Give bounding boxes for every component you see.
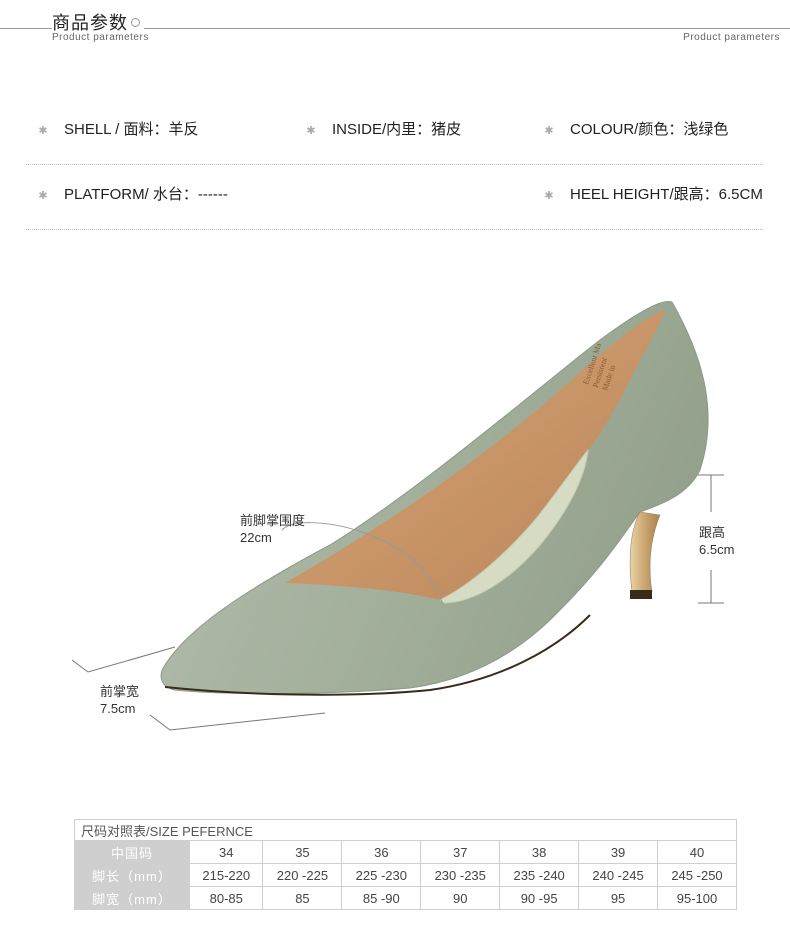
girth-label: 前脚掌围度	[240, 513, 306, 528]
table-cell: 90 -95	[499, 886, 580, 910]
shoe-heel	[629, 511, 661, 593]
girth-annotation: 前脚掌围度 22cm	[240, 512, 305, 546]
table-cell: 85	[262, 886, 343, 910]
table-cell: 225 -230	[341, 863, 422, 887]
star-icon: ✱	[544, 190, 554, 202]
table-cell: 215-220	[188, 863, 264, 887]
table-cell: 95-100	[657, 886, 737, 910]
section-header: 商品参数 Product parameters Product paramete…	[0, 0, 790, 50]
table-cell: 240 -245	[578, 863, 658, 887]
product-params: ✱ SHELL / 面料：羊反 ✱ INSIDE/内里：猪皮 ✱ COLOUR/颜色：…	[26, 100, 763, 230]
param-inside: ✱ INSIDE/内里：猪皮	[304, 118, 461, 139]
circle-plus-icon	[131, 17, 140, 27]
section-title-text: 商品参数	[52, 13, 128, 33]
param-heel-height: ✱ HEEL HEIGHT/跟高：6.5CM	[542, 183, 763, 204]
heel-tip	[630, 590, 652, 599]
table-cell: 230 -235	[420, 863, 501, 887]
table-cell: 80-85	[188, 886, 264, 910]
width-annotation: 前掌宽 7.5cm	[100, 683, 139, 717]
param-colour-text: COLOUR/颜色：浅绿色	[570, 121, 729, 138]
table-row: 中国码 34 35 36 37 38 39 40	[74, 840, 737, 864]
param-platform-text: PLATFORM/ 水台：------	[64, 186, 228, 203]
star-icon: ✱	[306, 125, 316, 137]
table-cell: 34	[188, 840, 264, 864]
table-cell: 95	[578, 886, 658, 910]
table-cell: 38	[499, 840, 580, 864]
param-shell-text: SHELL / 面料：羊反	[64, 121, 199, 138]
row-header: 中国码	[74, 840, 190, 864]
param-heel-height-text: HEEL HEIGHT/跟高：6.5CM	[570, 186, 763, 203]
heel-annotation: 跟高 6.5cm	[699, 524, 734, 558]
row-header: 脚长（mm）	[74, 863, 190, 887]
girth-value: 22cm	[240, 530, 272, 545]
heel-value: 6.5cm	[699, 542, 735, 557]
param-shell: ✱ SHELL / 面料：羊反	[36, 118, 198, 139]
param-colour: ✱ COLOUR/颜色：浅绿色	[542, 118, 728, 139]
width-value: 7.5cm	[100, 701, 136, 716]
table-cell: 36	[341, 840, 422, 864]
table-cell: 90	[420, 886, 501, 910]
table-cell: 220 -225	[262, 863, 343, 887]
row-header: 脚宽（mm）	[74, 886, 190, 910]
star-icon: ✱	[38, 190, 48, 202]
table-cell: 85 -90	[341, 886, 422, 910]
star-icon: ✱	[544, 125, 554, 137]
table-cell: 235 -240	[499, 863, 580, 887]
size-table-caption: 尺码对照表/SIZE PEFERNCE	[74, 819, 737, 841]
table-cell: 39	[578, 840, 658, 864]
shoe-illustration-area: Excellent Ma Persistent Made in 前脚掌围度 22…	[0, 240, 790, 800]
param-row: ✱ PLATFORM/ 水台：------ ✱ HEEL HEIGHT/跟高：6.5…	[26, 165, 763, 230]
table-row: 脚长（mm） 215-220 220 -225 225 -230 230 -23…	[74, 863, 737, 887]
size-table-caption-row: 尺码对照表/SIZE PEFERNCE	[74, 819, 737, 841]
table-row: 脚宽（mm） 80-85 85 85 -90 90 90 -95 95 95-1…	[74, 886, 737, 910]
star-icon: ✱	[38, 125, 48, 137]
param-row: ✱ SHELL / 面料：羊反 ✱ INSIDE/内里：猪皮 ✱ COLOUR/颜色：…	[26, 100, 763, 165]
section-subtitle-right: Product parameters	[683, 32, 780, 43]
table-cell: 35	[262, 840, 343, 864]
table-cell: 37	[420, 840, 501, 864]
section-subtitle-left: Product parameters	[52, 32, 149, 43]
table-cell: 40	[657, 840, 737, 864]
table-cell: 245 -250	[657, 863, 737, 887]
param-inside-text: INSIDE/内里：猪皮	[332, 121, 462, 138]
width-label: 前掌宽	[100, 684, 140, 699]
param-platform: ✱ PLATFORM/ 水台：------	[36, 183, 228, 204]
heel-label: 跟高	[699, 525, 726, 540]
size-table: 尺码对照表/SIZE PEFERNCE 中国码 34 35 36 37 38 3…	[74, 819, 737, 910]
